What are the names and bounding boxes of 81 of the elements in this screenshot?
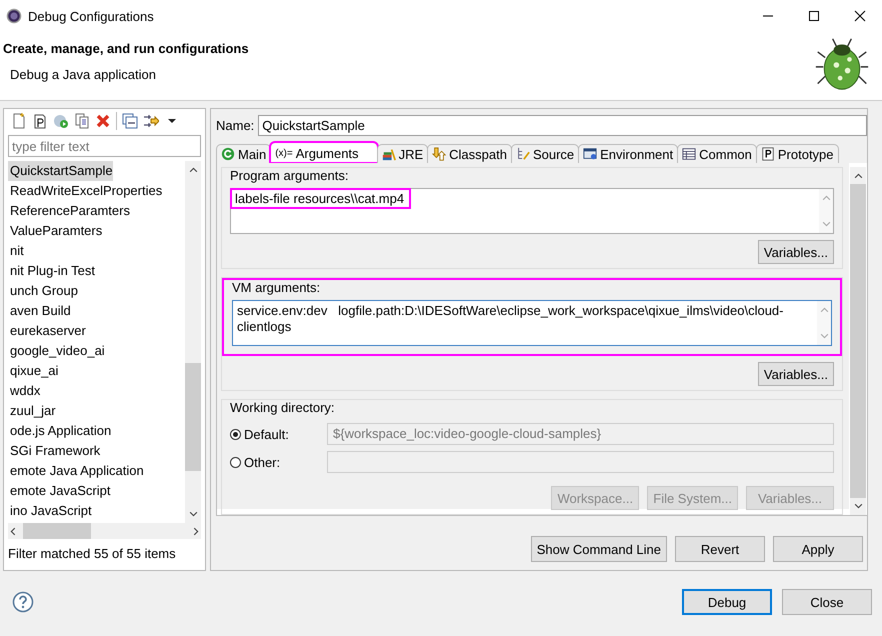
new-file-icon[interactable] xyxy=(11,113,27,129)
filter-status: Filter matched 55 of 55 items xyxy=(8,546,177,561)
tree-item[interactable]: wddx xyxy=(8,381,40,401)
export-icon[interactable] xyxy=(53,113,69,129)
dialog-title: Create, manage, and run configurations xyxy=(2,41,249,56)
dialog-button[interactable]: Debug xyxy=(682,589,772,615)
tree-item[interactable]: SGi Framework xyxy=(8,441,100,461)
app-icon xyxy=(6,8,22,24)
radio-label: Other: xyxy=(244,454,280,470)
run-icon xyxy=(221,147,235,161)
directory-field[interactable] xyxy=(327,451,834,473)
tree-item[interactable]: emote JavaScript xyxy=(8,481,110,501)
tree-item[interactable]: emote Java Application xyxy=(8,461,144,481)
group-label: VM arguments: xyxy=(232,280,320,295)
radio-button[interactable] xyxy=(230,428,241,440)
tree-item[interactable]: qixue_ai xyxy=(8,361,58,381)
tree-item[interactable]: QuickstartSample xyxy=(8,161,113,181)
dialog-subtitle: Debug a Java application xyxy=(9,67,157,82)
tree-item[interactable]: aven Build xyxy=(8,301,71,321)
scroll-left-icon[interactable] xyxy=(8,526,17,536)
group-label: Program arguments: xyxy=(230,168,348,183)
tab[interactable]: (x)= Arguments xyxy=(270,142,378,163)
new-prototype-icon[interactable] xyxy=(32,113,48,129)
tab[interactable]: Source xyxy=(510,144,580,163)
action-button[interactable]: Apply xyxy=(773,536,863,562)
tree-item[interactable]: ValueParamters xyxy=(8,221,102,241)
source-tree-icon xyxy=(516,147,530,161)
action-button[interactable]: Revert xyxy=(675,536,765,562)
window-title: Debug Configurations xyxy=(28,8,154,24)
radio-button[interactable] xyxy=(230,456,241,468)
group-label: Working directory: xyxy=(230,400,335,415)
tree-item[interactable]: nit Plug-in Test xyxy=(8,261,96,281)
dropdown-caret-icon[interactable] xyxy=(168,117,176,125)
scrollbar-thumb[interactable] xyxy=(23,523,91,539)
field-text: service.env:dev logfile.path:D:\IDESoftWare\eclipse_work_workspace\qixue_ilms\video\cloud-clientlogs xyxy=(236,302,784,336)
scroll-right-icon[interactable] xyxy=(192,526,201,536)
table-icon xyxy=(682,147,696,161)
tree-item[interactable]: ino JavaScript xyxy=(8,501,92,521)
horizontal-scrollbar[interactable] xyxy=(8,523,201,539)
radio-label: Default: xyxy=(244,426,289,442)
variables-button[interactable]: Variables... xyxy=(758,240,834,264)
tab[interactable]: Main xyxy=(216,144,272,163)
scroll-down-icon[interactable] xyxy=(188,510,198,519)
tab[interactable]: Prototype xyxy=(756,144,839,163)
tree-item[interactable]: ode.js Application xyxy=(8,421,112,441)
field-text: labels-file resources\\cat.mp4 xyxy=(231,189,410,208)
tree-item[interactable]: ReferenceParamters xyxy=(8,201,130,221)
delete-icon[interactable] xyxy=(95,113,111,129)
variables-button[interactable]: Variables... xyxy=(758,362,834,386)
tree-item[interactable]: unch Group xyxy=(8,281,78,301)
vertical-scrollbar[interactable] xyxy=(185,161,201,523)
jar-arrow-icon xyxy=(432,147,446,161)
tree-item[interactable]: ReadWriteExcelProperties xyxy=(8,181,162,201)
maximize-icon[interactable] xyxy=(808,10,820,22)
filter-icon[interactable] xyxy=(143,113,159,129)
scroll-up-icon[interactable] xyxy=(188,165,198,174)
variable-icon: (x)= xyxy=(275,148,293,158)
name-label: Name: xyxy=(216,118,254,133)
environment-icon xyxy=(583,147,598,161)
tab[interactable]: Classpath xyxy=(427,144,512,163)
filter-field[interactable]: type filter text xyxy=(8,135,201,157)
duplicate-icon[interactable] xyxy=(74,113,90,129)
dialog-button[interactable]: Close xyxy=(782,589,872,615)
scroll-up-icon[interactable] xyxy=(854,171,862,180)
scroll-down-icon[interactable] xyxy=(854,502,862,511)
tree-item[interactable]: google_video_ai xyxy=(8,341,105,361)
help-icon[interactable] xyxy=(12,591,34,613)
directory-field[interactable]: ${workspace_loc:video-google-cloud-samples} xyxy=(327,423,834,445)
tab[interactable]: Common xyxy=(677,144,757,163)
name-field[interactable]: QuickstartSample xyxy=(258,115,867,136)
books-icon xyxy=(382,147,396,161)
tree-item[interactable]: nit xyxy=(8,241,24,261)
close-icon[interactable] xyxy=(854,10,866,22)
scrollbar-thumb[interactable] xyxy=(185,363,201,471)
vertical-scrollbar[interactable] xyxy=(850,167,866,515)
tree-item[interactable]: zuul_jar xyxy=(8,401,56,421)
action-button[interactable]: Show Command Line xyxy=(530,536,667,562)
collapse-all-icon[interactable] xyxy=(122,113,138,129)
tree-item[interactable]: eurekaserver xyxy=(8,321,86,341)
tab[interactable]: JRE xyxy=(376,144,428,163)
prototype-icon xyxy=(760,147,775,161)
